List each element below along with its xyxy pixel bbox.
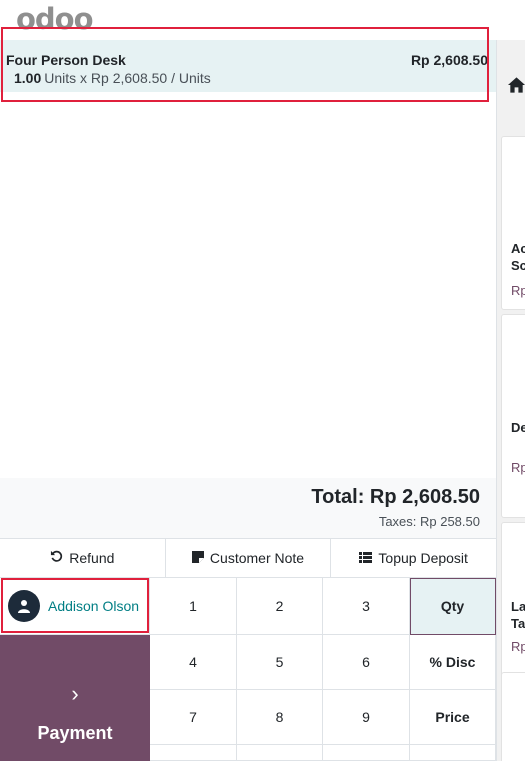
numpad-key-2[interactable]: 2 bbox=[237, 578, 323, 635]
numpad-key-5[interactable]: 5 bbox=[237, 635, 323, 690]
refund-label: Refund bbox=[69, 550, 115, 566]
numpad-key-1[interactable]: 1 bbox=[150, 578, 237, 635]
topup-deposit-label: Topup Deposit bbox=[378, 550, 468, 566]
product-price: Rp bbox=[511, 283, 525, 298]
numpad-mode-qty[interactable]: Qty bbox=[410, 578, 496, 635]
numpad-mode-price[interactable]: Price bbox=[410, 690, 496, 745]
undo-icon bbox=[50, 550, 63, 566]
control-buttons: Refund Customer Note Topup Deposit bbox=[0, 538, 497, 578]
user-icon bbox=[8, 590, 40, 622]
order-line-info: 1.00 Units x Rp 2,608.50 / Units bbox=[14, 70, 211, 86]
list-icon bbox=[359, 551, 373, 566]
customer-name: Addison Olson bbox=[48, 598, 140, 614]
order-line[interactable]: Four Person Desk Rp 2,608.50 1.00 Units x… bbox=[0, 40, 496, 92]
product-name-line2: Sc bbox=[511, 258, 525, 273]
order-total: Total: Rp 2,608.50 bbox=[311, 486, 480, 508]
product-card[interactable]: Ac Sc Rp bbox=[501, 136, 525, 310]
numpad-key-row4-3[interactable] bbox=[323, 745, 410, 761]
refund-button[interactable]: Refund bbox=[0, 539, 166, 577]
customer-button[interactable]: Addison Olson bbox=[0, 578, 150, 635]
numpad-key-9[interactable]: 9 bbox=[323, 690, 410, 745]
numpad-key-row4-2[interactable] bbox=[237, 745, 323, 761]
numpad-key-3[interactable]: 3 bbox=[323, 578, 410, 635]
order-pane: Four Person Desk Rp 2,608.50 1.00 Units x… bbox=[0, 36, 497, 761]
chevron-right-icon: › bbox=[71, 681, 79, 706]
order-line-price: Rp 2,608.50 bbox=[410, 52, 488, 68]
order-line-unit-detail: Units x Rp 2,608.50 / Units bbox=[44, 70, 211, 86]
order-taxes: Taxes: Rp 258.50 bbox=[378, 514, 480, 529]
sticky-note-icon bbox=[191, 550, 204, 566]
product-name-line2: Ta bbox=[511, 616, 525, 631]
topup-deposit-button[interactable]: Topup Deposit bbox=[331, 539, 497, 577]
customer-note-button[interactable]: Customer Note bbox=[165, 539, 332, 577]
numpad-key-6[interactable]: 6 bbox=[323, 635, 410, 690]
product-card[interactable]: De Rp bbox=[501, 314, 525, 518]
product-card[interactable]: La Ta Rp bbox=[501, 522, 525, 692]
numpad-key-8[interactable]: 8 bbox=[237, 690, 323, 745]
numpad: 1 2 3 Qty 4 5 6 % Disc 7 8 9 Price bbox=[150, 578, 496, 761]
order-line-product-name: Four Person Desk bbox=[6, 52, 126, 68]
home-icon[interactable] bbox=[507, 76, 525, 94]
header: odoo bbox=[0, 0, 525, 36]
numpad-key-row4-1[interactable] bbox=[150, 745, 237, 761]
odoo-logo[interactable]: odoo bbox=[16, 2, 94, 36]
numpad-mode-discount[interactable]: % Disc bbox=[410, 635, 496, 690]
product-price: Rp bbox=[511, 639, 525, 654]
customer-note-label: Customer Note bbox=[209, 550, 305, 566]
product-card[interactable] bbox=[501, 672, 525, 761]
product-name-line1: Ac bbox=[511, 241, 525, 256]
order-line-qty: 1.00 bbox=[14, 70, 42, 86]
payment-button[interactable]: › Payment bbox=[0, 635, 150, 761]
product-pane: Ac Sc Rp De Rp La Ta Rp bbox=[496, 40, 525, 761]
numpad-key-row4-4[interactable] bbox=[410, 745, 496, 761]
product-name-line1: De bbox=[511, 420, 525, 435]
product-name-line1: La bbox=[511, 599, 525, 614]
product-price: Rp bbox=[511, 460, 525, 475]
order-summary: Total: Rp 2,608.50 Taxes: Rp 258.50 bbox=[0, 478, 496, 538]
numpad-key-7[interactable]: 7 bbox=[150, 690, 237, 745]
payment-label: Payment bbox=[37, 723, 113, 743]
numpad-key-4[interactable]: 4 bbox=[150, 635, 237, 690]
